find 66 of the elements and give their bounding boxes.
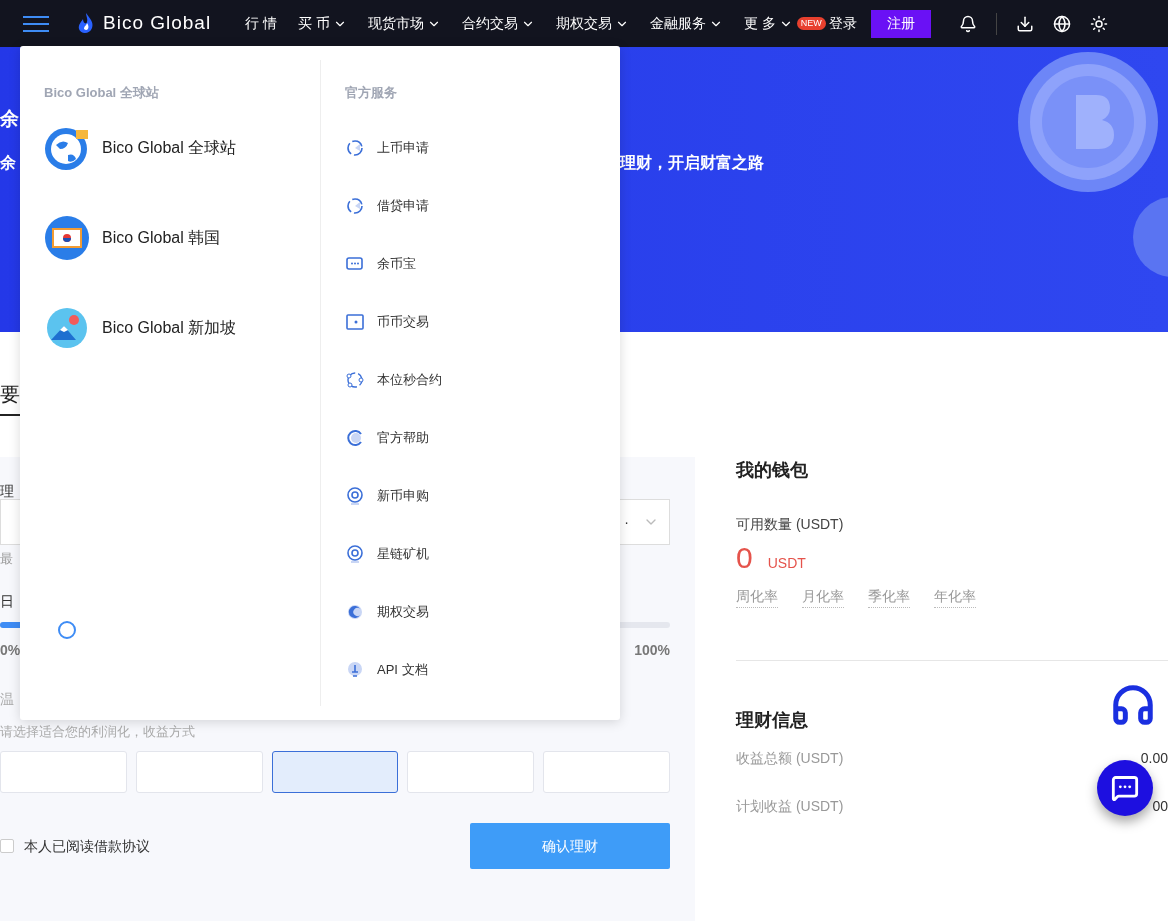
wallet-title: 我的钱包 — [736, 459, 809, 482]
nav-item[interactable]: 金融服务 — [649, 13, 723, 34]
available-label: 可用数量 (USDT) — [736, 515, 845, 534]
nav-item[interactable]: 现货市场 — [367, 13, 441, 34]
nav-item[interactable]: 期权交易 — [555, 13, 629, 34]
service-link[interactable]: 上币申请 — [345, 137, 442, 158]
info-label: 计划收益 (USDT) — [736, 797, 844, 816]
section-heading: Bico Global 全球站 — [44, 84, 160, 102]
nav-item[interactable]: 合约交易 — [461, 13, 535, 34]
service-link[interactable]: API 文档 — [345, 659, 442, 680]
info-value: 0.00 — [1140, 749, 1168, 768]
hero-subtitle: 余 — [0, 153, 16, 173]
service-link[interactable]: 新币申购 — [345, 485, 442, 506]
tip-label: 温 — [0, 689, 14, 709]
download-icon[interactable] — [1015, 14, 1034, 33]
login-link[interactable]: 登录 — [828, 13, 857, 34]
info-value: 00 — [1152, 797, 1168, 816]
info-label: 收益总额 (USDT) — [736, 749, 844, 768]
service-link[interactable]: 官方帮助 — [345, 427, 442, 448]
globe-icon[interactable] — [1052, 14, 1071, 33]
logo-text[interactable]: Bico Global — [103, 9, 212, 38]
bulb-icon — [345, 659, 365, 680]
select-mark: · — [624, 512, 629, 532]
site-link[interactable]: Bico Global 全球站 — [44, 124, 320, 171]
field-label: 理 — [0, 482, 14, 499]
nav-item[interactable]: 买 币 — [298, 13, 347, 34]
nav-item[interactable]: 行 情 — [245, 13, 278, 34]
site-link[interactable]: Bico Global 新加坡 — [44, 304, 320, 351]
chat-icon — [1111, 774, 1139, 802]
ring-icon — [345, 427, 365, 448]
hero-subtitle: 理财，开启财富之路 — [620, 153, 764, 173]
hero-title: 余 — [0, 107, 19, 131]
bell-icon[interactable] — [958, 14, 977, 33]
dashed-circle-icon — [345, 137, 365, 158]
option-card[interactable] — [271, 751, 399, 793]
target-icon — [345, 485, 365, 506]
service-link[interactable]: 期权交易 — [345, 601, 442, 622]
agree-label: 本人已阅读借款协议 — [24, 836, 150, 856]
target-icon — [345, 543, 365, 564]
flag-screen-icon — [44, 214, 90, 261]
register-button[interactable]: 注册 — [870, 9, 931, 38]
slider-max: 100% — [634, 640, 670, 660]
service-link[interactable]: 币币交易 — [345, 311, 442, 332]
flame-logo-icon — [78, 12, 94, 35]
checkbox[interactable] — [0, 839, 14, 853]
balance-unit: USDT — [767, 554, 806, 573]
service-link[interactable]: 余币宝 — [345, 253, 442, 274]
service-link[interactable]: 本位秒合约 — [345, 369, 442, 390]
hint-text: 请选择适合您的利润化，收益方式 — [0, 722, 196, 741]
dashed-circle-icon — [345, 195, 365, 216]
service-link[interactable]: 借贷申请 — [345, 195, 442, 216]
sun-icon[interactable] — [1089, 14, 1108, 33]
new-badge: NEW — [796, 17, 826, 30]
mountain-sun-icon — [46, 306, 88, 349]
info-title: 理财信息 — [736, 709, 809, 732]
rate-label: 日 — [0, 591, 14, 611]
service-link[interactable]: 星链矿机 — [345, 543, 442, 564]
menu-icon[interactable] — [22, 14, 50, 33]
minimum-note: 最 — [0, 550, 13, 568]
nodes-circle-icon — [345, 369, 365, 390]
nav-item[interactable]: 更 多 — [743, 13, 793, 34]
balance-amount: 0 — [736, 540, 753, 576]
slider-min: 0% — [0, 640, 21, 660]
headset-icon[interactable] — [1110, 682, 1156, 728]
site-link[interactable]: Bico Global 韩国 — [44, 214, 320, 261]
section-heading: 官方服务 — [345, 84, 398, 102]
